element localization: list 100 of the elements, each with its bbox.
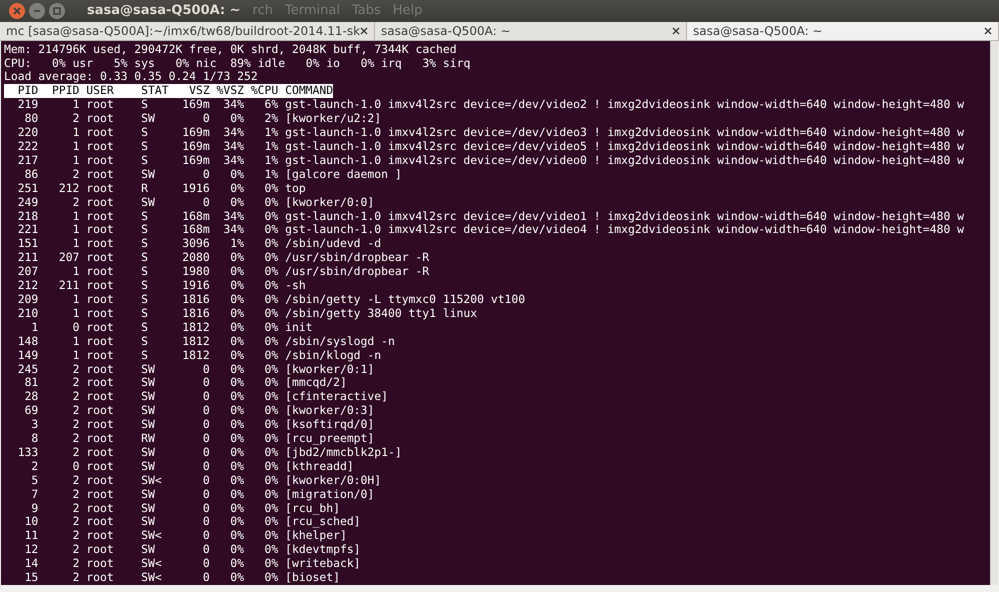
column-header: STAT [141, 84, 169, 98]
table-cell-text: 0% [264, 279, 278, 293]
table-cell-text: SW [141, 460, 156, 474]
table-cell-text: [kworker/0:0] [284, 196, 374, 210]
table-cell-text: root [85, 320, 115, 335]
table-cell-text: 9 [30, 502, 38, 516]
table-cell-text: 1% [264, 168, 278, 182]
table-cell-text: 10 [24, 515, 38, 530]
table-cell-text: 0% [264, 348, 278, 362]
table-cell-text: SW [141, 168, 156, 182]
table-cell-text: 249 [16, 196, 38, 210]
table-cell-text: 0% [264, 404, 278, 418]
table-cell-text: [writeback] [284, 557, 361, 572]
table-cell-text: 34% [222, 98, 244, 112]
table-cell-text: 2 [72, 418, 80, 432]
minimize-button[interactable] [29, 2, 45, 19]
close-icon[interactable] [360, 26, 368, 35]
table-cell-text: 7 [30, 488, 38, 502]
table-cell-text: 149 [16, 348, 38, 362]
table-cell-text: 1 [72, 223, 80, 238]
table-cell-text: 28 [24, 390, 38, 404]
table-cell-text: gst-launch-1.0 imxv4l2src device=/dev/video5 ! imxg2dvideosink window-width=640 window-height=480 w [284, 140, 964, 154]
table-cell-text: 1816 [181, 306, 210, 321]
table-cell-text: 0% [229, 543, 244, 558]
maximize-button[interactable] [49, 2, 65, 19]
table-cell-text: SW [141, 376, 156, 390]
table-cell-text: 0 [202, 196, 210, 210]
terminal-tab[interactable]: sasa@sasa-Q500A: ~ [375, 22, 688, 40]
table-cell-text: S [141, 140, 149, 154]
table-cell-text: /sbin/getty -L ttymxc0 115200 vt100 [284, 292, 526, 307]
window-title: sasa@sasa-Q500A: ~ [87, 3, 241, 18]
table-cell-text: SW [141, 515, 156, 530]
table-cell-text: 34% [222, 126, 244, 140]
menu-item[interactable]: Tabs [352, 3, 381, 18]
table-cell-text: 0% [264, 292, 278, 307]
table-cell-text: 207 [16, 265, 38, 280]
table-cell-text: 0% [229, 196, 244, 210]
table-cell-text: 34% [222, 210, 244, 224]
table-cell-text: gst-launch-1.0 imxv4l2src device=/dev/video2 ! imxg2dvideosink window-width=640 window-height=480 w [284, 98, 964, 112]
table-cell-text: 0% [264, 502, 278, 516]
table-cell-text: root [85, 210, 115, 224]
table-cell-text: root [85, 334, 115, 349]
close-button[interactable] [9, 2, 25, 19]
table-cell-text: root [85, 265, 115, 280]
table-cell-text: R [141, 182, 149, 196]
table-cell-text: 0% [229, 182, 244, 196]
table-cell-text: 169m [181, 140, 210, 154]
table-cell-text: 2 [72, 376, 80, 390]
table-cell-text: 1% [264, 140, 278, 154]
table-cell-text: 3096 [181, 237, 210, 252]
table-cell-text: 0 [202, 571, 210, 585]
menu-item[interactable]: Help [392, 3, 422, 18]
table-cell-text: 0% [229, 571, 244, 585]
terminal-tab[interactable]: sasa@sasa-Q500A: ~ [687, 22, 999, 40]
table-cell-text: gst-launch-1.0 imxv4l2src device=/dev/video1 ! imxg2dvideosink window-width=640 window-height=480 w [284, 210, 964, 224]
table-cell-text: root [85, 460, 115, 474]
table-cell-text: 1916 [181, 279, 210, 293]
table-cell-text: RW [141, 432, 156, 446]
table-cell-text: S [141, 279, 149, 293]
table-cell-text: root [85, 502, 115, 516]
terminal-tab[interactable]: mc [sasa@sasa-Q500A]:~/imx6/tw68/buildroot-2014.11-sk [0, 22, 376, 40]
table-cell-text: 0% [264, 474, 278, 488]
table-cell-text: 2 [72, 168, 80, 182]
table-cell-text: S [141, 348, 149, 362]
table-cell-text: S [141, 223, 149, 238]
table-cell-text: 251 [16, 182, 38, 196]
table-cell-text: 0% [229, 306, 244, 321]
table-cell-text: 0 [202, 543, 210, 558]
table-cell-text: S [141, 126, 149, 140]
table-cell-text: 0% [229, 432, 244, 446]
table-cell-text: 212 [58, 182, 80, 196]
summary-line: Mem: 214796K used, 290472K free, 0K shrd, 2048K buff, 7344K cached [4, 42, 458, 57]
close-icon[interactable] [984, 26, 992, 35]
table-cell-text: SW [141, 196, 156, 210]
table-cell-text: 0% [264, 237, 278, 252]
table-cell-text: 0% [229, 362, 244, 376]
table-cell-text: S [141, 154, 149, 168]
table-cell-text: 0% [264, 460, 278, 474]
table-cell-text: /usr/sbin/dropbear -R [284, 251, 430, 266]
table-cell-text: root [85, 126, 115, 140]
table-cell-text: root [85, 98, 115, 112]
menu-item[interactable]: Terminal [285, 3, 340, 18]
table-cell-text: root [85, 404, 115, 418]
table-cell-text: [migration/0] [284, 488, 374, 502]
table-cell-text: 0 [202, 362, 210, 376]
table-cell-text: S [141, 306, 149, 321]
table-cell-text: 212 [16, 279, 38, 293]
table-cell-text: /usr/sbin/dropbear -R [284, 265, 430, 280]
table-cell-text: 220 [16, 126, 38, 140]
column-header: USER [85, 84, 115, 98]
table-cell-text: 1 [72, 98, 80, 112]
menu-item[interactable]: rch [252, 3, 273, 18]
close-icon[interactable] [672, 26, 680, 35]
column-header: %VSZ [216, 84, 244, 98]
table-cell-text: 1 [72, 292, 80, 307]
table-cell-text: 0 [202, 418, 210, 432]
table-cell-text: 2 [30, 460, 38, 474]
table-cell-text: init [284, 320, 313, 335]
scrollbar[interactable] [990, 40, 998, 585]
table-cell-text: 8 [30, 432, 38, 446]
